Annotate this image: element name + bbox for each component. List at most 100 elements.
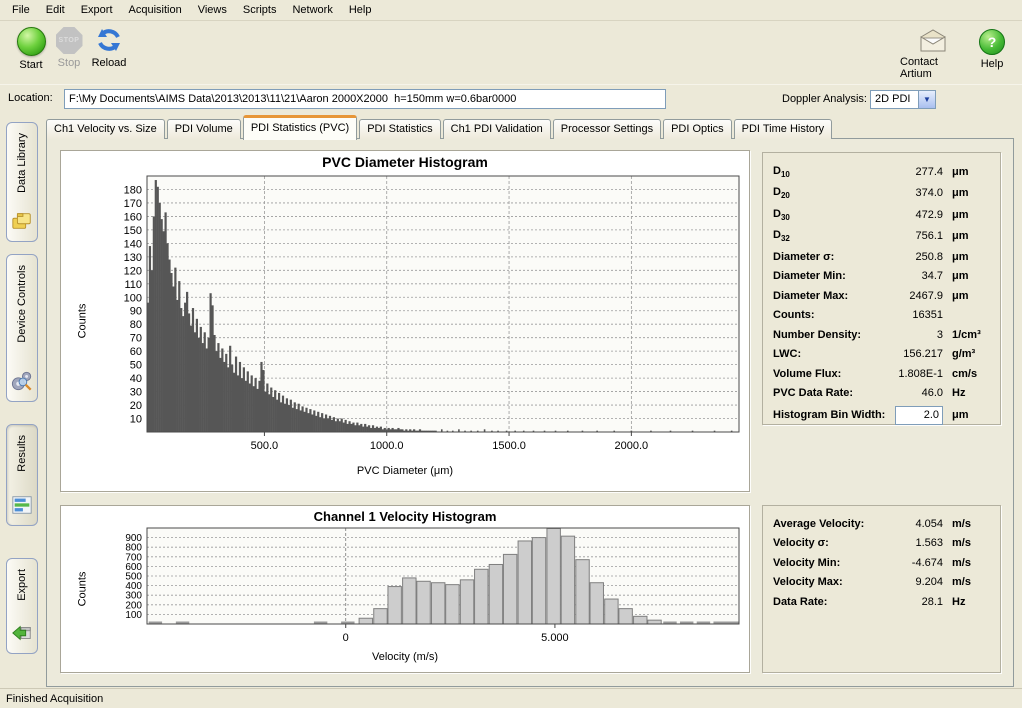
stat-label: Counts:	[773, 309, 881, 321]
menu-views[interactable]: Views	[190, 2, 235, 18]
results-content-area: PVC Diameter Histogram Counts 1020304050…	[46, 138, 1014, 687]
stat-row: Data Rate:28.1Hz	[773, 592, 990, 612]
svg-text:170: 170	[124, 198, 142, 210]
menu-export[interactable]: Export	[73, 2, 121, 18]
velocity-y-axis-label: Counts	[76, 572, 88, 607]
stat-row: Diameter σ:250.8μm	[773, 247, 990, 267]
sidebar-item-label: Export	[16, 569, 28, 601]
stat-unit: g/m³	[952, 348, 990, 360]
stat-value: 1.808E-1	[881, 368, 952, 380]
tab-pdi-optics[interactable]: PDI Optics	[663, 119, 732, 139]
tab-pdi-statistics[interactable]: PDI Statistics	[359, 119, 440, 139]
stat-row: Velocity Min:-4.674m/s	[773, 553, 990, 573]
svg-text:150: 150	[124, 225, 142, 237]
menu-scripts[interactable]: Scripts	[235, 2, 285, 18]
stat-row: Number Density:31/cm³	[773, 325, 990, 345]
tab-ch1-velocity-vs-size[interactable]: Ch1 Velocity vs. Size	[46, 119, 165, 139]
menu-edit[interactable]: Edit	[38, 2, 73, 18]
svg-text:800: 800	[125, 543, 142, 554]
stat-value: 28.1	[881, 596, 952, 608]
menu-file[interactable]: File	[4, 2, 38, 18]
stat-value: 46.0	[881, 387, 952, 399]
start-button[interactable]: Start	[10, 27, 52, 71]
contact-artium-label: Contact Artium	[900, 56, 966, 80]
menu-acquisition[interactable]: Acquisition	[121, 2, 190, 18]
stat-value: 16351	[881, 309, 952, 321]
stat-label: Number Density:	[773, 329, 881, 341]
tab-pdi-statistics-pvc[interactable]: PDI Statistics (PVC)	[243, 115, 357, 140]
stat-label: D20	[773, 186, 881, 200]
bin-width-unit: μm	[952, 409, 990, 421]
svg-text:180: 180	[124, 184, 142, 196]
svg-text:500.0: 500.0	[251, 440, 279, 452]
stat-value: 34.7	[881, 270, 952, 282]
stat-label: Diameter Max:	[773, 290, 881, 302]
stat-unit: m/s	[952, 518, 990, 530]
stat-unit: Hz	[952, 596, 990, 608]
reload-label: Reload	[92, 57, 127, 69]
svg-text:140: 140	[124, 238, 142, 250]
svg-text:200: 200	[125, 600, 142, 611]
tab-pdi-time-history[interactable]: PDI Time History	[734, 119, 833, 139]
stat-row: Diameter Max:2467.9μm	[773, 286, 990, 306]
velocity-histogram-panel: Channel 1 Velocity Histogram Counts 1002…	[60, 505, 750, 673]
sidebar-item-device-controls[interactable]: Device Controls	[6, 254, 38, 402]
stat-row: Volume Flux:1.808E-1cm/s	[773, 364, 990, 384]
stat-unit: μm	[952, 251, 990, 263]
stat-value: 756.1	[881, 230, 952, 242]
reload-button[interactable]: Reload	[86, 26, 132, 69]
stat-label: Average Velocity:	[773, 518, 881, 530]
stat-row: LWC:156.217g/m³	[773, 345, 990, 365]
stop-icon: STOP	[56, 27, 83, 54]
stat-row: Diameter Min:34.7μm	[773, 267, 990, 287]
menu-help[interactable]: Help	[341, 2, 380, 18]
svg-text:900: 900	[125, 533, 142, 544]
histogram-bin-width-row: Histogram Bin Width: μm	[773, 403, 990, 427]
stat-unit: m/s	[952, 537, 990, 549]
export-arrow-icon	[11, 622, 33, 647]
doppler-analysis-value: 2D PDI	[871, 91, 918, 108]
gears-icon	[11, 370, 33, 395]
help-icon: ?	[979, 29, 1005, 55]
svg-text:40: 40	[130, 373, 142, 385]
tab-ch1-pdi-validation[interactable]: Ch1 PDI Validation	[443, 119, 551, 139]
start-icon	[17, 27, 46, 56]
svg-text:600: 600	[125, 562, 142, 573]
toolbar: Start STOP Stop Reload Contact Artium ? …	[0, 21, 1022, 84]
doppler-analysis-select[interactable]: 2D PDI ▼	[870, 90, 936, 109]
stat-value: 9.204	[881, 576, 952, 588]
stat-label: Velocity Max:	[773, 576, 881, 588]
stat-unit: μm	[952, 166, 990, 178]
contact-artium-button[interactable]: Contact Artium	[900, 29, 966, 80]
stat-row: Velocity Max:9.204m/s	[773, 573, 990, 593]
tab-pdi-volume[interactable]: PDI Volume	[167, 119, 241, 139]
tab-processor-settings[interactable]: Processor Settings	[553, 119, 661, 139]
svg-text:70: 70	[130, 333, 142, 345]
stat-label: Volume Flux:	[773, 368, 881, 380]
stat-unit: m/s	[952, 576, 990, 588]
svg-text:500: 500	[125, 572, 142, 583]
stat-row: D20374.0μm	[773, 183, 990, 205]
stat-label: LWC:	[773, 348, 881, 360]
stat-row: Average Velocity:4.054m/s	[773, 514, 990, 534]
location-input[interactable]	[64, 89, 666, 109]
stat-row: D30472.9μm	[773, 204, 990, 226]
svg-text:700: 700	[125, 552, 142, 563]
tab-strip: Ch1 Velocity vs. SizePDI VolumePDI Stati…	[46, 115, 1016, 139]
sidebar-item-data-library[interactable]: Data Library	[6, 122, 38, 242]
doppler-analysis-label: Doppler Analysis:	[782, 93, 867, 105]
reload-icon	[95, 26, 123, 54]
sidebar-item-results[interactable]: Results	[6, 424, 38, 526]
stat-unit: Hz	[952, 387, 990, 399]
svg-text:130: 130	[124, 252, 142, 264]
chevron-down-icon[interactable]: ▼	[918, 91, 935, 108]
svg-text:2000.0: 2000.0	[615, 440, 649, 452]
stat-unit: μm	[952, 187, 990, 199]
menu-network[interactable]: Network	[284, 2, 340, 18]
sidebar-item-export[interactable]: Export	[6, 558, 38, 654]
bin-width-input[interactable]	[895, 406, 943, 425]
svg-text:100: 100	[125, 610, 142, 621]
stat-label: Diameter σ:	[773, 251, 881, 263]
stat-unit: μm	[952, 270, 990, 282]
help-button[interactable]: ? Help	[974, 29, 1010, 70]
